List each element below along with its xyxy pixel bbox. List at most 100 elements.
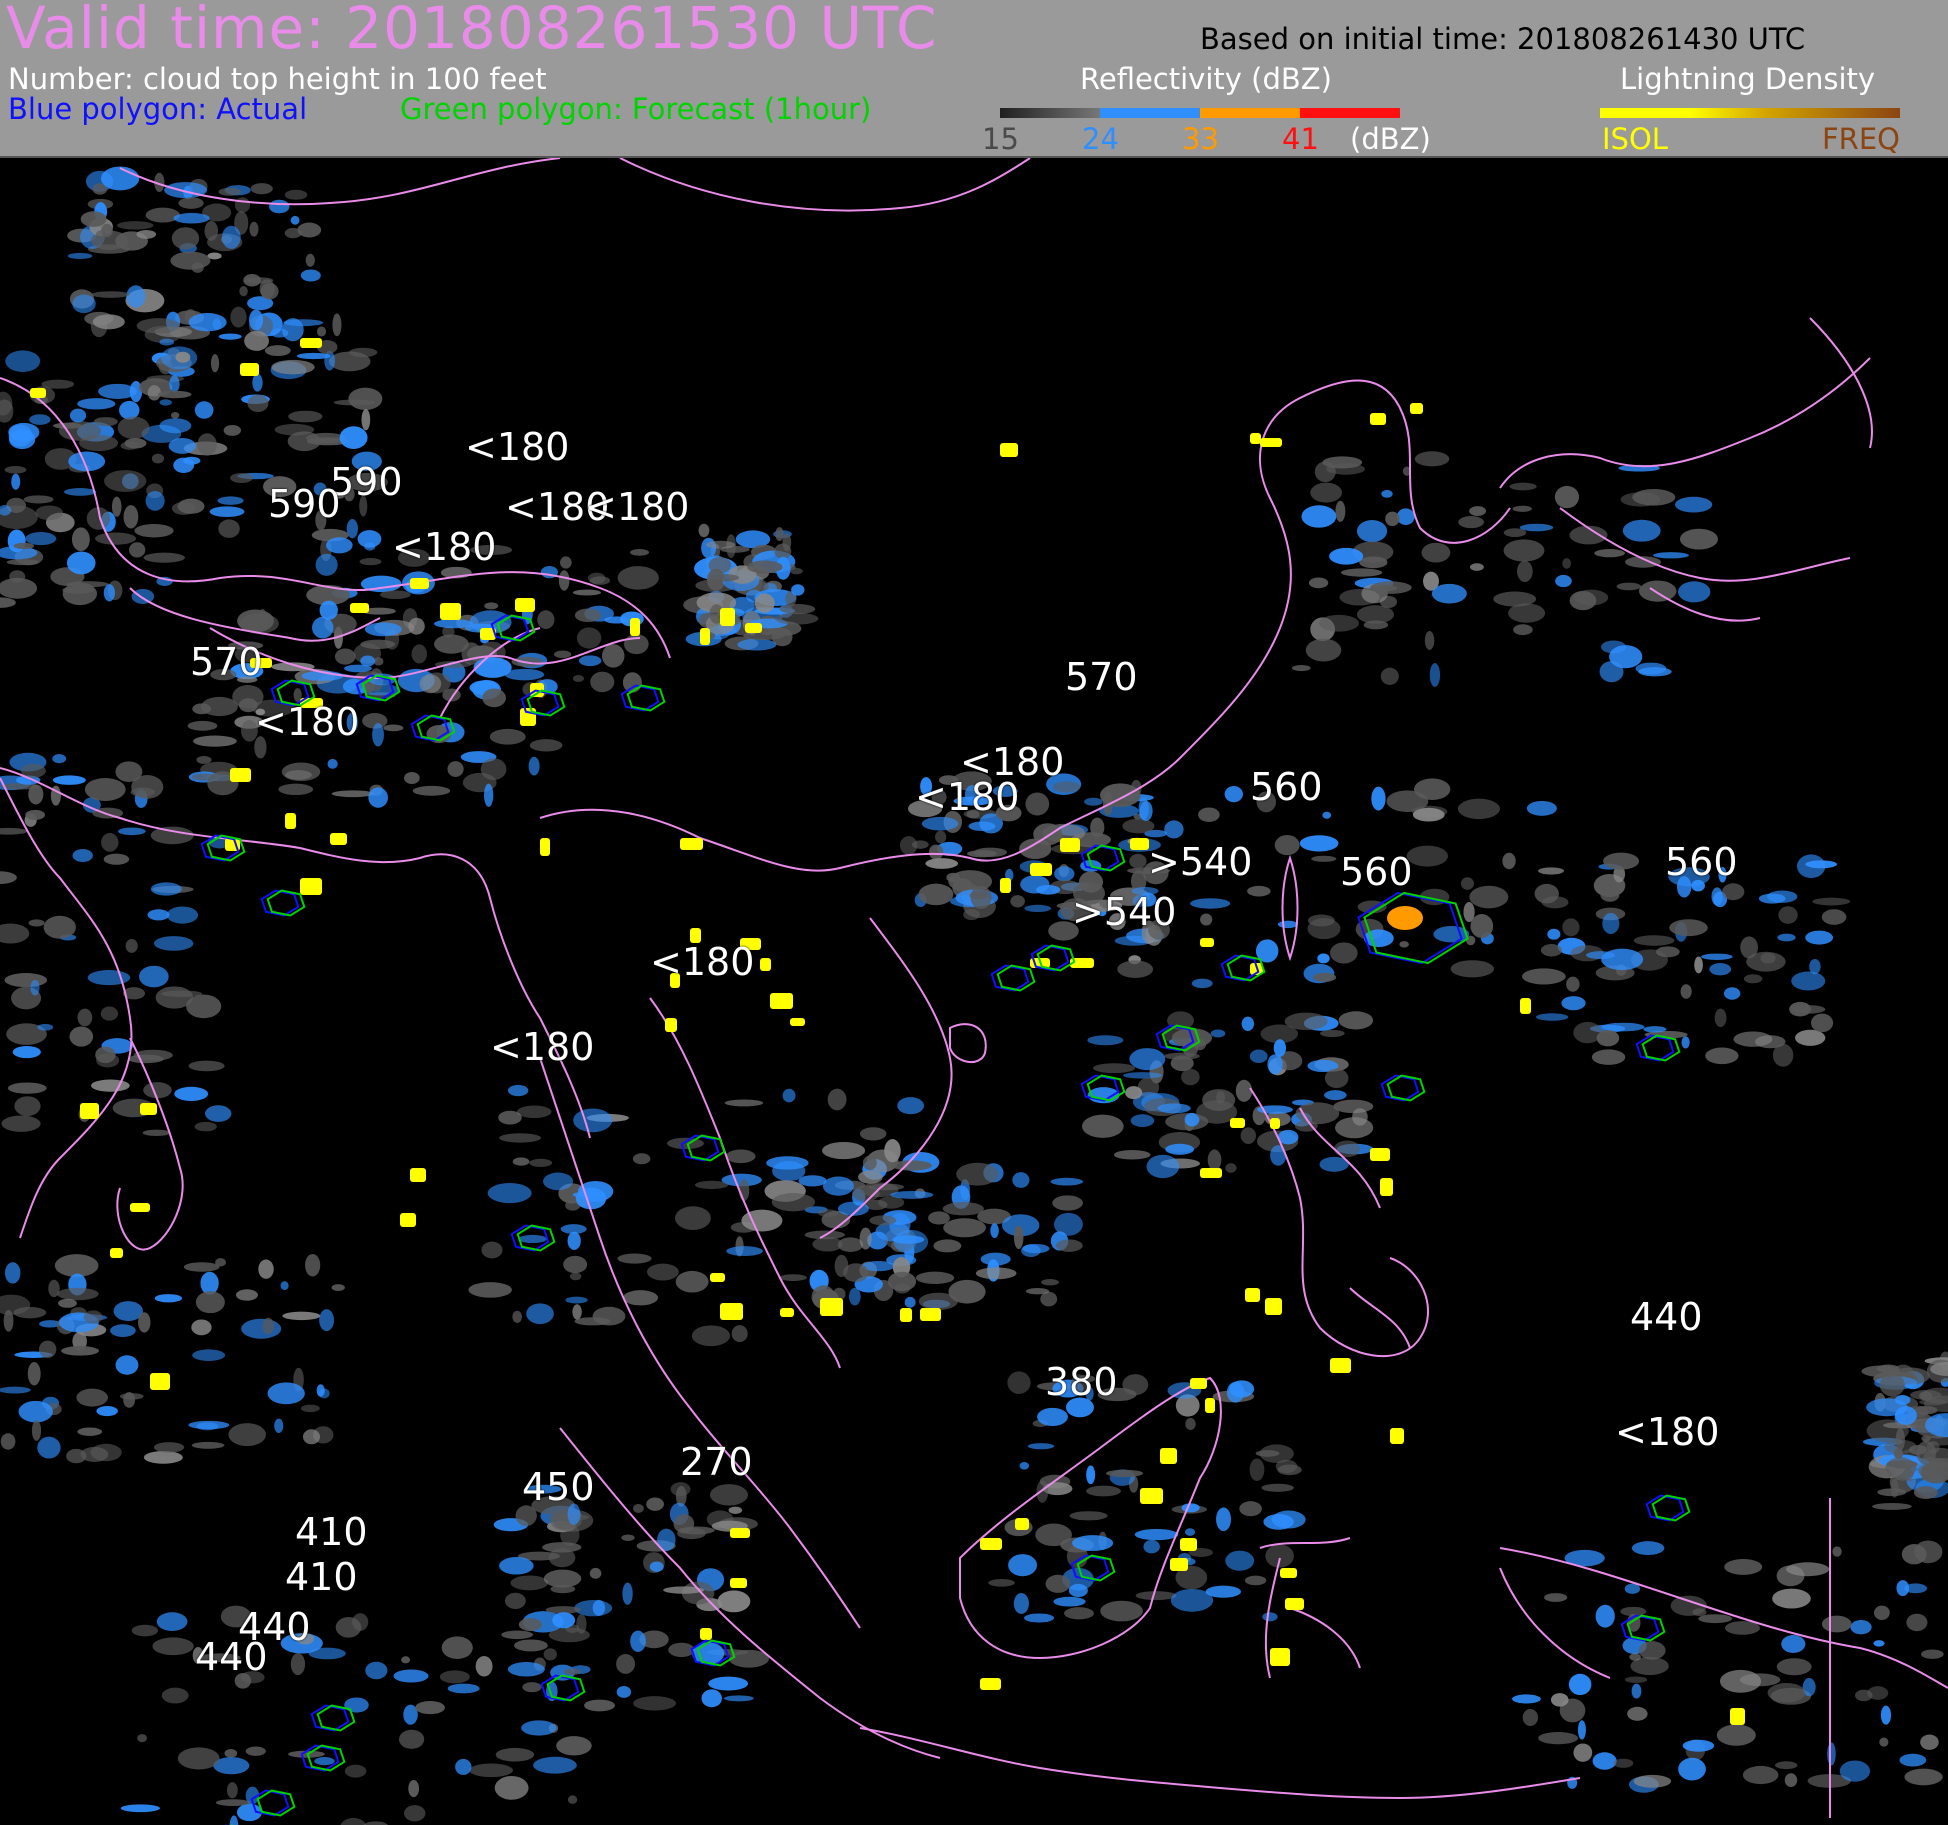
cloud-echo [1714,1008,1727,1028]
cloud-echo [1767,1683,1806,1703]
cloud-echo [1235,1079,1253,1102]
cloud-echo [1399,941,1409,948]
reflectivity-colorbar [1000,108,1400,118]
cloud-echo [859,1127,887,1141]
lightning-mark [1000,443,1018,457]
cloud-echo [1701,953,1733,960]
cloud-echo [243,274,261,287]
lightning-mark [720,608,735,626]
cloud-echo [567,1231,581,1250]
lightning-mark [665,1018,677,1032]
cloud-echo [171,501,196,515]
cloud-echo [43,915,76,939]
cloud-echo [35,505,64,521]
cloud-echo [419,674,442,694]
cloud-echo [558,570,570,591]
cloud-echo [415,1700,445,1715]
cloud-echo [383,724,404,732]
cloud-echo [822,1176,854,1196]
cloud-echo [1277,920,1298,929]
cloud-echo [267,1382,305,1405]
cloud-echo [1138,797,1149,821]
cloud-echo [1760,952,1776,964]
cloud-echo [1896,1580,1910,1597]
lightning-mark [1200,938,1214,947]
cloud-echo [1019,1462,1030,1470]
cloud-echo [698,523,710,538]
cloud-echo [1921,1649,1944,1659]
cloud-echo [1157,1103,1191,1114]
lightning-mark [515,598,535,612]
cloud-echo [1906,1613,1928,1632]
lightning-mark [980,1678,1001,1690]
cloud-echo [1045,1574,1071,1593]
cloud-echo [723,1695,754,1702]
cloud-echo [495,1747,535,1762]
cloud-echo [668,1642,695,1658]
cloud-echo [747,560,783,574]
cloud-echo [93,417,118,427]
cloud-echo [487,1183,532,1204]
cloud-echo [0,1433,16,1450]
cloud-echo [4,1262,21,1284]
cloud-echo [1633,935,1675,946]
reflectivity-tick: 15 [982,122,1019,156]
cloud-echo [192,703,212,715]
cloud-echo [563,1255,588,1274]
cloud-echo [1216,1091,1225,1104]
cloud-echo [393,1669,429,1683]
cloud-echo [1064,1607,1094,1620]
cloud-echo [1778,906,1798,924]
cloud-echo [522,1682,542,1693]
cloud-echo [1470,914,1494,939]
cloud-echo [325,537,353,554]
lightning-mark [1370,413,1386,425]
cloud-echo [774,612,819,625]
cloud-echo [1130,1114,1155,1128]
cloud-echo [1035,885,1061,895]
cloud-echo [101,223,113,238]
cloud-echo [71,527,90,552]
cloud-echo [150,826,194,845]
cloud-echo [827,1088,847,1111]
lightning-mark [30,388,46,398]
legend-header: Valid time: 201808261530 UTC Based on in… [0,0,1948,158]
cloud-echo [403,1805,426,1822]
cloud-echo [150,882,182,896]
cloud-echo [775,527,784,541]
lightning-mark [285,813,296,829]
cloud-echo [110,1324,136,1337]
cloud-echo [1603,852,1640,870]
cloud-echo [159,418,192,434]
cloud-echo [52,754,67,764]
cloud-echo [1910,1390,1942,1400]
cloud-echo [1105,1469,1144,1478]
cloud-echo [100,166,140,191]
cloud-echo [169,375,180,393]
cloud-echo [1901,1544,1927,1565]
cloud-echo [1092,1063,1136,1074]
cloud-echo [29,414,51,425]
cloud-echo [969,891,988,900]
cloud-echo [1370,581,1412,594]
cloud-echo [1872,1503,1912,1510]
cloud-echo [1758,893,1786,904]
lightning-mark [1140,1488,1163,1504]
lightning-mark [745,623,762,633]
cloud-echo [1086,1485,1121,1497]
cloud-echo [316,326,327,337]
cloud-echo [1839,1760,1871,1782]
cloud-echo [1682,1739,1715,1752]
cloud-echo [1469,885,1509,909]
cloud-echo [1655,946,1680,958]
cloud-echo [1035,1523,1072,1547]
cloud-echo [249,309,264,331]
cloud-echo [76,1388,108,1407]
cloud-echo [223,424,242,436]
cloud-echo [791,584,805,596]
cloud-echo [1305,638,1342,662]
cloud-echo [1719,1669,1762,1693]
cloud-echo [1013,1225,1024,1250]
cloud-echo [1601,948,1644,971]
cloud-echo [701,1689,722,1708]
